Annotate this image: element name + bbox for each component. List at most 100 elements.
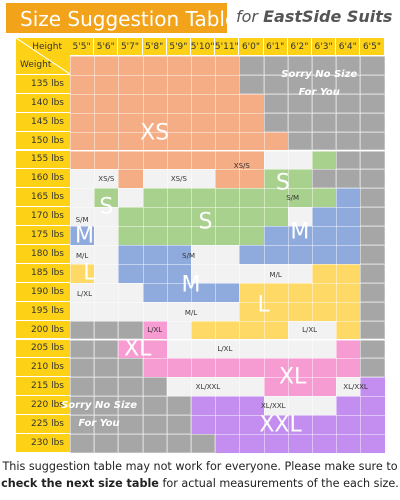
- size-label-m: M: [290, 219, 310, 245]
- grid-line-v: [360, 56, 362, 453]
- weight-header: 200 lbs: [16, 320, 70, 340]
- grid-line-h: [70, 169, 385, 171]
- grid-cell: [142, 434, 167, 453]
- grid-cell: [360, 301, 385, 321]
- grid-cell: [94, 377, 119, 397]
- grid-line-v: [384, 56, 386, 453]
- weight-header: 195 lbs: [16, 301, 70, 321]
- grid-cell: [336, 169, 361, 189]
- grid-cell: [360, 263, 385, 283]
- grid-line-v: [94, 56, 96, 453]
- weight-header: 175 lbs: [16, 226, 70, 245]
- sorry-no-size-top: Sorry No Size For You: [281, 66, 357, 102]
- size-zone-between: [94, 263, 119, 283]
- sorry-line-1: Sorry No Size: [281, 69, 358, 81]
- size-label-xs: XS: [140, 120, 170, 146]
- grid-line-h: [70, 56, 385, 57]
- corner-weight-label: Weight: [20, 60, 52, 70]
- height-header: 5'8": [142, 38, 167, 56]
- weight-header: 210 lbs: [16, 358, 70, 378]
- size-zone-s: [312, 150, 337, 170]
- grid-cell: [70, 434, 95, 453]
- grid-cell: [360, 56, 385, 75]
- size-label-m-l-2: M/L: [269, 271, 282, 280]
- grid-line-v: [287, 56, 289, 453]
- note-line-2-rest: for actual measurements of the each size…: [158, 477, 399, 490]
- size-label-xl-small: XL: [124, 336, 152, 362]
- grid-line-h: [70, 452, 385, 454]
- height-header: 5'7": [118, 38, 143, 56]
- grid-line-v: [166, 56, 168, 453]
- note-line-2: check the next size table for actual mea…: [0, 475, 400, 492]
- size-label-xs-s-3: XS/S: [233, 161, 250, 170]
- grid-cell: [360, 320, 385, 340]
- weight-header: 155 lbs: [16, 150, 70, 170]
- grid-cell: [360, 339, 385, 359]
- size-label-xl-xxl-3: XL/XXL: [343, 382, 368, 391]
- weight-header: 215 lbs: [16, 377, 70, 397]
- grid-cell: [360, 131, 385, 151]
- sorry-line-2: For You: [298, 87, 340, 99]
- height-header: 6'2": [287, 38, 312, 56]
- grid-cell: [94, 434, 119, 453]
- size-zone-between: [94, 226, 119, 245]
- grid-line-h: [70, 339, 385, 341]
- height-header: 5'10": [191, 38, 216, 56]
- grid-cell: [312, 112, 337, 132]
- sorry-no-size-bottom: Sorry No Size For You: [61, 397, 137, 433]
- grid-cell: [118, 377, 143, 397]
- height-header: 6'0": [239, 38, 264, 56]
- height-header: 5'5": [70, 38, 95, 56]
- height-header: 6'3": [312, 38, 337, 56]
- size-zone-xs: [70, 56, 240, 75]
- size-zone-between: [70, 188, 95, 208]
- grid-cell: [239, 56, 264, 75]
- grid-line-v: [336, 56, 338, 453]
- grid-cell: [360, 245, 385, 264]
- grid-line-v: [142, 56, 144, 453]
- weight-header: 135 lbs: [16, 74, 70, 94]
- grid-line-h: [70, 320, 385, 322]
- weight-header: 185 lbs: [16, 263, 70, 283]
- grid-cell: [142, 377, 167, 397]
- height-header: 5'6": [94, 38, 119, 56]
- size-zone-m: [336, 188, 361, 208]
- disclaimer-note: This suggestion table may not work for e…: [0, 458, 400, 492]
- size-zone-m: [118, 263, 191, 283]
- note-bold-link[interactable]: check the next size table: [1, 477, 159, 490]
- grid-line-h: [70, 301, 385, 303]
- size-label-xs-s-2: XS/S: [170, 174, 187, 183]
- grid-cell: [166, 434, 191, 453]
- weight-header: 205 lbs: [16, 339, 70, 359]
- grid-cell: [360, 169, 385, 189]
- height-header: 6'4": [336, 38, 361, 56]
- grid-cell: [166, 396, 191, 416]
- size-label-xl-xxl: XL/XXL: [195, 382, 221, 391]
- height-header: 6'5": [360, 38, 385, 56]
- grid-line-h: [70, 263, 385, 265]
- grid-cell: [263, 112, 288, 132]
- weight-header: 165 lbs: [16, 188, 70, 208]
- grid-cell: [360, 150, 385, 170]
- grid-cell: [191, 434, 216, 453]
- size-label-s-m: S/M: [75, 216, 89, 225]
- grid-cell: [336, 131, 361, 151]
- grid-cell: [312, 169, 337, 189]
- size-zone-between: [94, 245, 119, 264]
- weight-header: 150 lbs: [16, 131, 70, 151]
- grid-cell: [360, 282, 385, 302]
- size-label-xl-xxl-2: XL/XXL: [260, 401, 286, 410]
- size-label-m-small: M: [75, 223, 95, 249]
- weight-header: 180 lbs: [16, 245, 70, 264]
- grid-line-v: [70, 56, 71, 453]
- grid-cell: [118, 434, 143, 453]
- grid-cell: [312, 131, 337, 151]
- grid-line-v: [239, 56, 241, 453]
- size-zone-xs: [118, 169, 143, 189]
- grid-line-h: [70, 207, 385, 209]
- grid-line-v: [263, 56, 265, 453]
- grid-cell: [336, 112, 361, 132]
- size-label-s-m-3: S/M: [182, 252, 195, 261]
- grid-cell: [360, 358, 385, 378]
- weight-header: 170 lbs: [16, 207, 70, 227]
